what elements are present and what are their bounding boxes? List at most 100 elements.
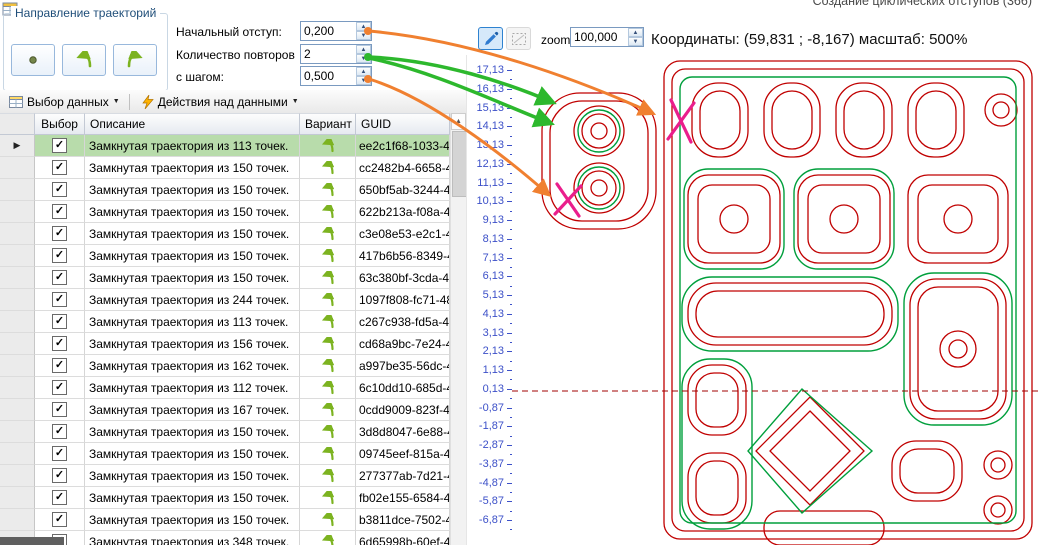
table-row[interactable]: ✓ Замкнутая траектория из 150 точек. 622… [0, 201, 450, 223]
pcb-canvas[interactable] [512, 55, 1042, 545]
table-row[interactable]: ✓ Замкнутая траектория из 348 точек. 6d6… [0, 531, 450, 545]
row-checkbox[interactable]: ✓ [52, 138, 67, 153]
row-select-cell: ✓ [35, 289, 85, 311]
row-checkbox[interactable]: ✓ [52, 446, 67, 461]
row-checkbox[interactable]: ✓ [52, 512, 67, 527]
data-toolstrip: Выбор данных ▼ Действия над данными ▼ [0, 90, 466, 114]
row-description: Замкнутая траектория из 150 точек. [85, 465, 300, 487]
ruler-tick: -6,87 [467, 514, 513, 526]
variant-curl-arrow-icon [319, 469, 337, 483]
initial-offset-input[interactable]: 0,200 [301, 22, 356, 40]
row-checkbox[interactable]: ✓ [52, 160, 67, 175]
table-row[interactable]: ✓ Замкнутая траектория из 150 точек. 277… [0, 465, 450, 487]
table-row[interactable]: ✓ Замкнутая траектория из 150 точек. fb0… [0, 487, 450, 509]
zoom-up-button[interactable]: ▲ [628, 28, 643, 37]
column-header-description[interactable]: Описание [85, 113, 300, 135]
variant-curl-arrow-icon [319, 249, 337, 263]
column-header-variant[interactable]: Вариант [300, 113, 356, 135]
variant-curl-arrow-icon [319, 227, 337, 241]
table-header: Выбор Описание Вариант GUID [0, 113, 450, 135]
row-variant-cell [300, 245, 356, 267]
scrollbar-thumb[interactable] [452, 131, 467, 197]
table-row[interactable]: ✓ Замкнутая траектория из 150 точек. b38… [0, 509, 450, 531]
initial-offset-up-button[interactable]: ▲ [356, 22, 371, 31]
row-checkbox[interactable]: ✓ [52, 182, 67, 197]
data-actions-label: Действия над данными [158, 95, 288, 109]
initial-offset-down-button[interactable]: ▼ [356, 31, 371, 40]
row-select-cell: ✓ [35, 223, 85, 245]
row-checkbox[interactable]: ✓ [52, 336, 67, 351]
row-description: Замкнутая траектория из 112 точек. [85, 377, 300, 399]
row-description: Замкнутая траектория из 150 точек. [85, 179, 300, 201]
table-row[interactable]: ✓ Замкнутая траектория из 150 точек. 097… [0, 443, 450, 465]
row-checkbox[interactable]: ✓ [52, 490, 67, 505]
row-checkbox[interactable]: ✓ [52, 358, 67, 373]
row-checkbox[interactable]: ✓ [52, 292, 67, 307]
row-description: Замкнутая траектория из 244 точек. [85, 289, 300, 311]
row-select-cell: ✓ [35, 399, 85, 421]
table-row[interactable]: ▶ ✓ Замкнутая траектория из 113 точек. e… [0, 135, 450, 157]
repeat-count-input[interactable]: 2 [301, 45, 356, 63]
step-input[interactable]: 0,500 [301, 67, 356, 85]
row-variant-cell [300, 487, 356, 509]
table-row[interactable]: ✓ Замкнутая траектория из 150 точек. 650… [0, 179, 450, 201]
row-checkbox[interactable]: ✓ [52, 226, 67, 241]
lightning-icon [142, 95, 154, 109]
direction-point-button[interactable] [11, 44, 55, 76]
repeat-count-label: Количество повторов [176, 48, 295, 62]
direction-group-title: Направление траекторий [11, 6, 160, 20]
table-row[interactable]: ✓ Замкнутая траектория из 113 точек. c26… [0, 311, 450, 333]
scrollbar-up-button[interactable]: ▲ [451, 113, 466, 130]
variant-curl-arrow-icon [319, 161, 337, 175]
step-up-button[interactable]: ▲ [356, 67, 371, 76]
row-select-cell: ✓ [35, 377, 85, 399]
table-row[interactable]: ✓ Замкнутая траектория из 162 точек. a99… [0, 355, 450, 377]
zoom-input[interactable]: 100,000 [571, 28, 628, 46]
edit-pencil-button[interactable] [478, 27, 503, 50]
row-description: Замкнутая траектория из 150 точек. [85, 443, 300, 465]
row-checkbox[interactable]: ✓ [52, 204, 67, 219]
ruler-tick: 2,13 [467, 345, 513, 357]
table-row[interactable]: ✓ Замкнутая траектория из 244 точек. 109… [0, 289, 450, 311]
column-header-guid[interactable]: GUID [356, 113, 450, 135]
table-row[interactable]: ✓ Замкнутая траектория из 150 точек. 417… [0, 245, 450, 267]
repeat-count-up-button[interactable]: ▲ [356, 45, 371, 54]
table-row[interactable]: ✓ Замкнутая траектория из 150 точек. 63c… [0, 267, 450, 289]
row-description: Замкнутая траектория из 156 точек. [85, 333, 300, 355]
table-row[interactable]: ✓ Замкнутая траектория из 156 точек. cd6… [0, 333, 450, 355]
zoom-spinner: 100,000 ▲ ▼ [570, 27, 644, 47]
ruler-tick: 8,13 [467, 233, 513, 245]
arrow-curl-right-icon [123, 51, 147, 69]
ruler-tick: -3,87 [467, 458, 513, 470]
table-row[interactable]: ✓ Замкнутая траектория из 150 точек. cc2… [0, 157, 450, 179]
row-checkbox[interactable]: ✓ [52, 468, 67, 483]
data-actions-button[interactable]: Действия над данными ▼ [136, 93, 305, 111]
row-variant-cell [300, 333, 356, 355]
table-row[interactable]: ✓ Замкнутая траектория из 150 точек. 3d8… [0, 421, 450, 443]
table-row[interactable]: ✓ Замкнутая траектория из 167 точек. 0cd… [0, 399, 450, 421]
row-description: Замкнутая траектория из 150 точек. [85, 245, 300, 267]
row-select-cell: ✓ [35, 179, 85, 201]
row-checkbox[interactable]: ✓ [52, 424, 67, 439]
row-checkbox[interactable]: ✓ [52, 402, 67, 417]
vertical-ruler: 17,1316,1315,1314,1313,1312,1311,1310,13… [466, 55, 514, 545]
repeat-count-down-button[interactable]: ▼ [356, 54, 371, 63]
row-checkbox[interactable]: ✓ [52, 270, 67, 285]
row-select-cell: ✓ [35, 267, 85, 289]
zoom-down-button[interactable]: ▼ [628, 37, 643, 46]
select-region-button[interactable] [506, 27, 531, 50]
table-row[interactable]: ✓ Замкнутая траектория из 150 точек. c3e… [0, 223, 450, 245]
step-down-button[interactable]: ▼ [356, 76, 371, 85]
direction-cw-button[interactable] [113, 44, 157, 76]
table-scrollbar[interactable]: ▲ [450, 113, 467, 545]
row-checkbox[interactable]: ✓ [52, 314, 67, 329]
variant-curl-arrow-icon [319, 535, 337, 545]
row-checkbox[interactable]: ✓ [52, 380, 67, 395]
pcb-traces-drawing [512, 55, 1042, 545]
table-row[interactable]: ✓ Замкнутая траектория из 112 точек. 6c1… [0, 377, 450, 399]
row-checkbox[interactable]: ✓ [52, 248, 67, 263]
direction-ccw-button[interactable] [62, 44, 106, 76]
window-caption: Создание циклических отступов (366) [813, 0, 1032, 8]
column-header-select[interactable]: Выбор [35, 113, 85, 135]
select-data-button[interactable]: Выбор данных ▼ [3, 93, 126, 111]
